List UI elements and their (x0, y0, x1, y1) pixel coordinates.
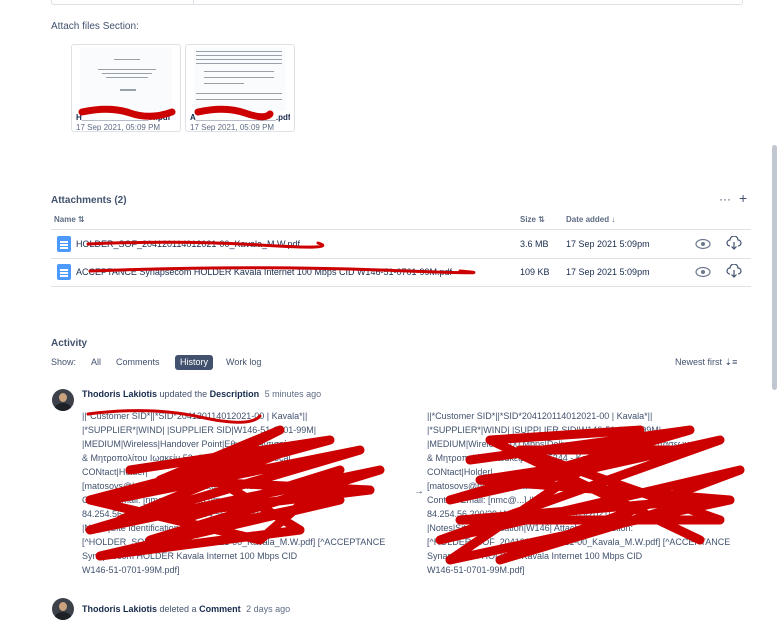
scrollbar[interactable] (772, 145, 777, 390)
avatar[interactable] (52, 598, 74, 620)
pdf-preview (80, 47, 172, 111)
diff-arrow-icon: → (414, 486, 424, 497)
document-icon (57, 264, 71, 280)
event-verb: deleted a (159, 604, 197, 614)
column-header-date[interactable]: Date added ↓ (566, 215, 615, 224)
event-time[interactable]: 5 minutes ago (265, 389, 322, 399)
sort-icon: ⇅ (538, 215, 545, 224)
attachment-size: 109 KB (520, 267, 550, 277)
history-event-header: Thodoris Lakiotis deleted a Comment 2 da… (82, 604, 290, 614)
preview-eye-icon[interactable] (695, 237, 711, 251)
old-description: ||*Customer SID*||*SID*204120114012021-0… (82, 411, 386, 575)
avatar[interactable] (52, 389, 74, 411)
sort-order-toggle[interactable]: Newest first ⇣≡ (675, 357, 737, 368)
activity-title: Activity (51, 338, 88, 349)
attachments-title: Attachments (2) (51, 195, 127, 206)
event-target: Description (209, 389, 260, 399)
download-cloud-icon[interactable] (726, 264, 742, 278)
tab-all[interactable]: All (86, 355, 106, 370)
plus-icon[interactable]: + (739, 190, 747, 206)
new-description: ||*Customer SID*||*SID*204120114012021-0… (427, 411, 731, 575)
sort-down-icon: ↓ (611, 215, 616, 224)
file-date: 17 Sep 2021, 05:09 PM (190, 123, 275, 132)
download-cloud-icon[interactable] (726, 236, 742, 250)
table-divider (51, 258, 751, 259)
tab-comments[interactable]: Comments (111, 355, 165, 370)
preview-eye-icon[interactable] (695, 265, 711, 279)
table-divider (51, 229, 751, 230)
description-field-table (51, 0, 743, 5)
event-time[interactable]: 2 days ago (246, 604, 290, 614)
tab-work-log[interactable]: Work log (221, 355, 266, 370)
file-date: 17 Sep 2021, 05:09 PM (76, 123, 161, 132)
attachment-size: 3.6 MB (520, 239, 549, 249)
user-name[interactable]: Thodoris Lakiotis (82, 389, 157, 399)
file-name: H_______________W.pdf (76, 113, 171, 122)
document-icon (57, 236, 71, 252)
file-thumbnail-acceptance[interactable]: A__________________.pdf 17 Sep 2021, 05:… (185, 44, 295, 132)
attachment-date: 17 Sep 2021 5:09pm (566, 267, 650, 277)
attachment-date: 17 Sep 2021 5:09pm (566, 239, 650, 249)
user-name[interactable]: Thodoris Lakiotis (82, 604, 157, 614)
attach-files-label: Attach files Section: (51, 21, 139, 32)
history-event-header: Thodoris Lakiotis updated the Descriptio… (82, 389, 321, 399)
column-header-name[interactable]: Name ⇅ (54, 215, 85, 224)
show-label: Show: (51, 357, 77, 367)
table-divider (51, 286, 751, 287)
event-verb: updated the (159, 389, 208, 399)
pdf-preview (194, 47, 286, 111)
column-header-size[interactable]: Size ⇅ (520, 215, 545, 224)
more-icon[interactable]: ··· (719, 192, 731, 206)
event-target: Comment (199, 604, 241, 614)
tab-history[interactable]: History (175, 355, 214, 370)
attachment-name[interactable]: ACCEPTANCE Synapsecom HOLDER Kavala Inte… (76, 267, 452, 277)
file-name: A__________________.pdf (190, 113, 290, 122)
attachment-name[interactable]: HOLDER_SOF_204120114012021-00_Kavala_M.W… (76, 239, 300, 249)
sort-order-icon: ⇣≡ (724, 357, 738, 367)
file-thumbnail-holder[interactable]: H_______________W.pdf 17 Sep 2021, 05:09… (71, 44, 181, 132)
sort-icon: ⇅ (78, 215, 85, 224)
